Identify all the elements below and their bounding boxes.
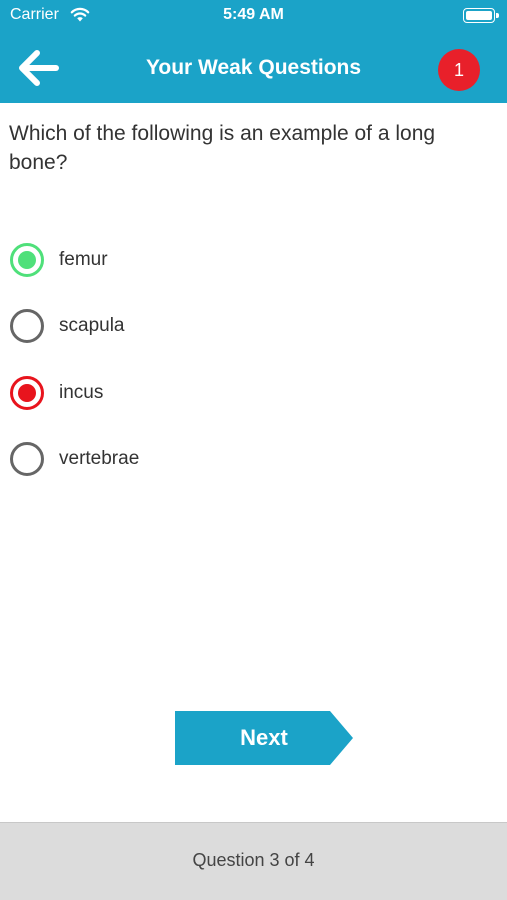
question-text: Which of the following is an example of … (9, 122, 436, 174)
question-progress: Question 3 of 4 (192, 850, 315, 870)
battery-icon (463, 8, 499, 23)
option-label: vertebrae (59, 448, 140, 469)
footer-bar: Question 3 of 4 (0, 822, 507, 900)
option-label: femur (59, 249, 108, 270)
page-title: Your Weak Questions (145, 56, 362, 79)
next-button[interactable]: Next (175, 711, 353, 765)
radio-wrong-icon[interactable] (10, 376, 44, 410)
radio-empty-icon[interactable] (10, 309, 44, 343)
option-label: scapula (59, 315, 125, 336)
option-incus[interactable]: incus (10, 373, 310, 413)
option-vertebrae[interactable]: vertebrae (10, 439, 310, 479)
battery-fill (466, 11, 492, 20)
radio-correct-icon[interactable] (10, 243, 44, 277)
navigation-bar: Carrier 5:49 AM Your Weak Questions 1 (0, 0, 507, 103)
option-scapula[interactable]: scapula (10, 306, 310, 346)
radio-empty-icon[interactable] (10, 442, 44, 476)
next-button-label: Next (240, 725, 288, 750)
status-time: 5:49 AM (223, 6, 284, 23)
weak-count-badge[interactable]: 1 (438, 49, 480, 91)
option-femur[interactable]: femur (10, 240, 310, 280)
option-label: incus (59, 382, 104, 403)
status-bar: Carrier 5:49 AM (0, 0, 507, 32)
